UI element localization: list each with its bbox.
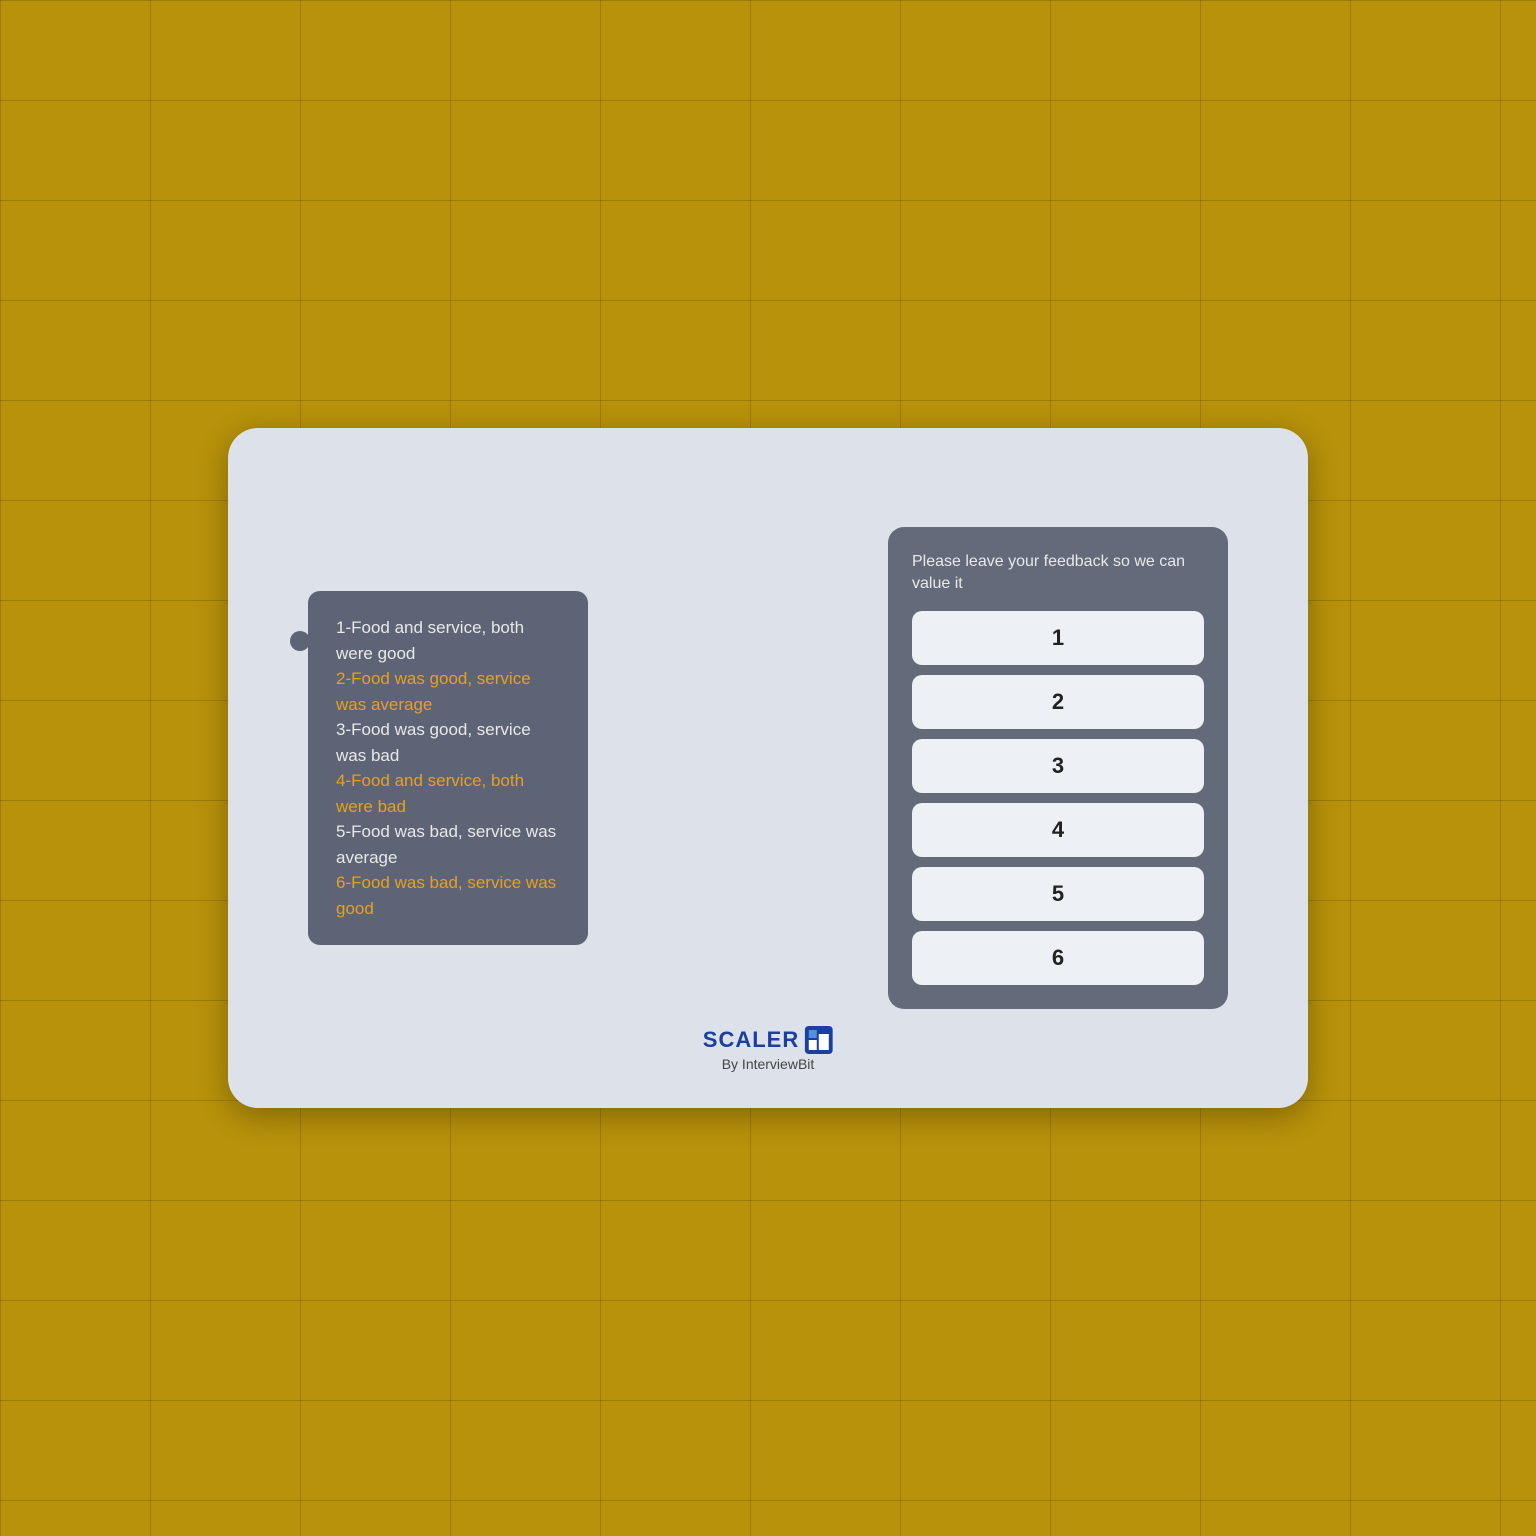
feedback-btn-3[interactable]: 3 [912, 739, 1204, 793]
option-item-3: 3-Food was good, service was bad [336, 717, 560, 768]
option-item-5: 5-Food was bad, service was average [336, 819, 560, 870]
scaler-name: SCALER [703, 1027, 799, 1053]
feedback-btn-1[interactable]: 1 [912, 611, 1204, 665]
branding-logo: SCALER [703, 1026, 833, 1054]
option-item-2: 2-Food was good, service was average [336, 666, 560, 717]
main-card: 1-Food and service, both were good2-Food… [228, 428, 1308, 1108]
option-item-6: 6-Food was bad, service was good [336, 870, 560, 921]
feedback-btn-4[interactable]: 4 [912, 803, 1204, 857]
option-item-4: 4-Food and service, both were bad [336, 768, 560, 819]
branding: SCALER By InterviewBit [703, 1026, 833, 1072]
feedback-title: Please leave your feedback so we can val… [912, 551, 1204, 596]
scaler-icon [805, 1026, 833, 1054]
options-bubble: 1-Food and service, both were good2-Food… [308, 591, 588, 945]
feedback-panel: Please leave your feedback so we can val… [888, 527, 1228, 1010]
feedback-btn-5[interactable]: 5 [912, 867, 1204, 921]
branding-sub: By InterviewBit [722, 1056, 815, 1072]
feedback-btn-2[interactable]: 2 [912, 675, 1204, 729]
feedback-btn-6[interactable]: 6 [912, 931, 1204, 985]
option-item-1: 1-Food and service, both were good [336, 615, 560, 666]
